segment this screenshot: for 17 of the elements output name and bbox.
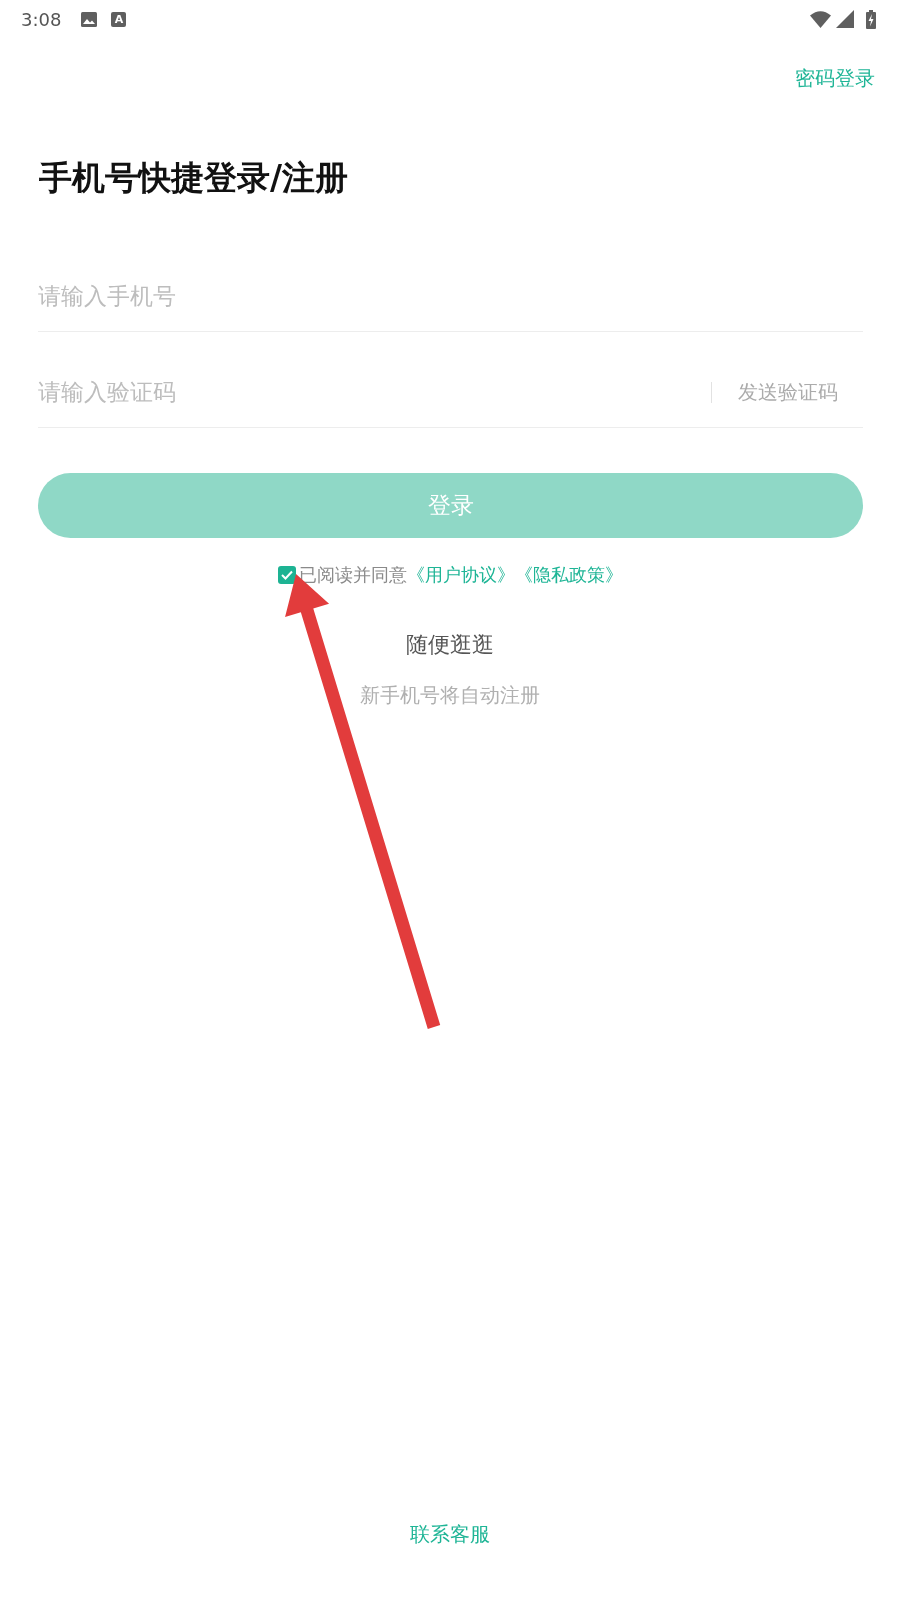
send-code-button[interactable]: 发送验证码: [712, 378, 863, 406]
image-icon: [81, 11, 98, 27]
auto-register-hint: 新手机号将自动注册: [360, 683, 540, 709]
wifi-icon: [810, 10, 831, 28]
password-login-link[interactable]: 密码登录: [795, 64, 875, 92]
notification-badge: A: [111, 11, 127, 27]
contact-support-link[interactable]: 联系客服: [410, 1520, 490, 1548]
phone-input[interactable]: 请输入手机号: [38, 261, 863, 331]
battery-icon: [866, 9, 876, 29]
code-input[interactable]: 请输入验证码: [38, 357, 711, 427]
status-time: 3:08: [21, 8, 62, 30]
agreement-checkbox[interactable]: [277, 566, 296, 584]
policy-link[interactable]: 《隐私政策》: [514, 564, 623, 585]
policy-link[interactable]: 《用户协议》: [406, 564, 515, 585]
signal-icon: [836, 10, 854, 28]
page-title: 手机号快捷登录/注册: [39, 158, 349, 198]
browse-link[interactable]: 随便逛逛: [406, 630, 494, 660]
